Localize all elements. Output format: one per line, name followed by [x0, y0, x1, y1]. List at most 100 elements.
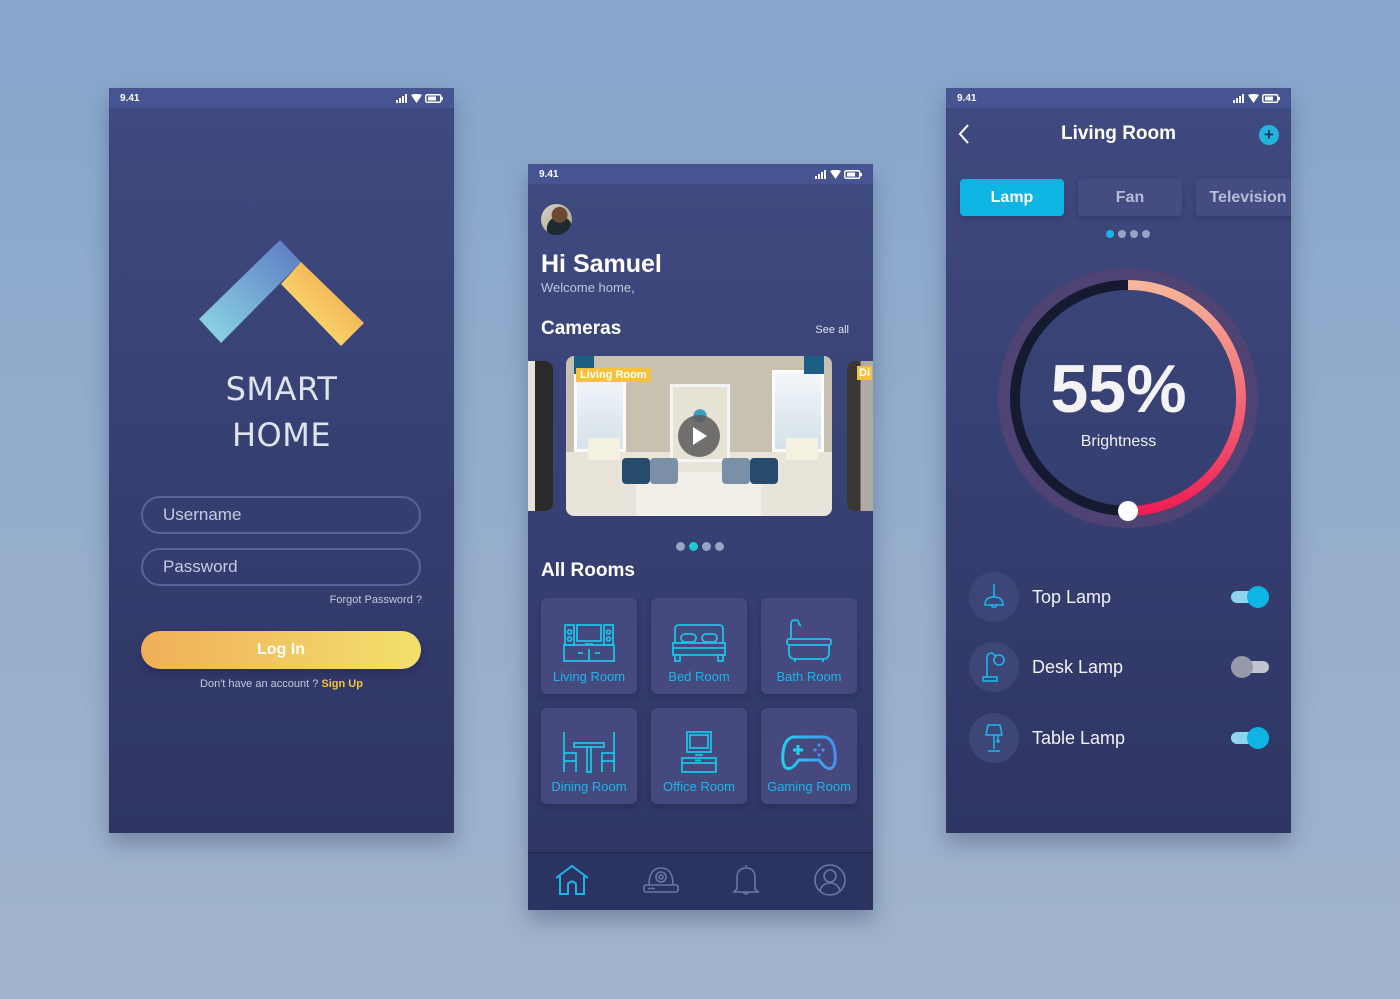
room-tile-living-room[interactable]: Living Room	[541, 598, 637, 694]
carousel-dot[interactable]	[702, 542, 711, 551]
room-grid: Living Room Bed Room Bath Room Dining Ro…	[541, 598, 857, 804]
signup-link[interactable]: Sign Up	[321, 678, 363, 690]
lamp-toggle[interactable]	[1231, 656, 1269, 678]
username-input[interactable]	[141, 496, 421, 534]
camera-feed-lamp	[588, 438, 620, 460]
brightness-value: 55%	[1050, 351, 1187, 427]
room-tile-bath-room[interactable]: Bath Room	[761, 598, 857, 694]
camera-feed-pillow	[622, 458, 650, 484]
room-label: Office Room	[662, 779, 735, 794]
brand-line-1: SMART	[225, 370, 338, 408]
lamp-row-top-lamp: Top Lamp	[969, 572, 1269, 622]
room-label: Bath Room	[776, 669, 842, 684]
login-screen: 9.41 SMART HOME Forgot Password ? Log In…	[109, 88, 454, 833]
camera-card-previous[interactable]	[528, 361, 553, 511]
camera-label: Di	[857, 366, 872, 380]
forgot-password-link[interactable]: Forgot Password ?	[330, 594, 422, 606]
cameras-section-title: Cameras	[541, 318, 622, 339]
greeting-title: Hi Samuel	[541, 250, 662, 278]
app-brand: SMART HOME	[109, 366, 454, 458]
tab-television[interactable]: Television	[1196, 179, 1291, 216]
tab-dot-active[interactable]	[1106, 230, 1114, 238]
carousel-dot[interactable]	[676, 542, 685, 551]
gauge-handle[interactable]	[1118, 501, 1138, 521]
home-screen: 9.41 Hi Samuel Welcome home, Cameras See…	[528, 164, 873, 910]
tab-fan[interactable]: Fan	[1078, 179, 1182, 216]
lamp-toggle[interactable]	[1231, 586, 1269, 608]
lamp-icon-wrap	[969, 713, 1019, 763]
room-label: Bed Room	[668, 669, 730, 684]
battery-icon	[425, 93, 443, 103]
toggle-knob	[1247, 727, 1269, 749]
welcome-subtitle: Welcome home,	[541, 280, 635, 295]
nav-home[interactable]	[555, 864, 589, 900]
bed-icon	[672, 624, 726, 662]
room-tile-bed-room[interactable]: Bed Room	[651, 598, 747, 694]
nav-profile[interactable]	[814, 863, 846, 901]
room-tile-office-room[interactable]: Office Room	[651, 708, 747, 804]
login-button[interactable]: Log In	[141, 631, 421, 669]
room-label: Dining Room	[551, 779, 627, 794]
camera-feed-curtain	[804, 356, 824, 374]
smart-home-logo	[199, 240, 364, 346]
password-input[interactable]	[141, 548, 421, 586]
camera-card-next[interactable]: Di	[847, 361, 873, 511]
status-time: 9.41	[539, 168, 559, 180]
camera-label: Living Room	[576, 368, 651, 382]
room-label: Living Room	[552, 669, 626, 684]
status-bar: 9.41	[528, 164, 873, 184]
lamp-name: Desk Lamp	[1032, 656, 1124, 677]
status-time: 9.41	[120, 92, 140, 104]
add-device-button[interactable]: +	[1259, 125, 1279, 145]
toggle-knob	[1231, 656, 1253, 678]
see-all-cameras-link[interactable]: See all	[815, 324, 849, 336]
lamp-name: Top Lamp	[1032, 586, 1112, 607]
bell-icon	[732, 864, 761, 895]
bathtub-icon	[786, 619, 832, 662]
play-icon	[693, 427, 707, 445]
tab-dot[interactable]	[1118, 230, 1126, 238]
carousel-dot[interactable]	[715, 542, 724, 551]
computer-icon	[681, 731, 717, 773]
gamepad-icon	[781, 735, 837, 771]
tab-dot[interactable]	[1130, 230, 1138, 238]
room-tile-gaming-room[interactable]: Gaming Room	[761, 708, 857, 804]
page-title: Living Room	[1060, 123, 1177, 144]
all-rooms-title: All Rooms	[541, 560, 635, 581]
signal-icon	[396, 93, 407, 103]
carousel-dot-active[interactable]	[689, 542, 698, 551]
user-icon	[814, 863, 846, 896]
status-bar: 9.41	[946, 88, 1291, 108]
camera-carousel-dots	[676, 542, 724, 551]
device-tab-dots	[1106, 230, 1150, 238]
camera-feed-lamp	[786, 438, 818, 460]
nav-notifications[interactable]	[732, 864, 761, 901]
tab-lamp[interactable]: Lamp	[960, 179, 1064, 216]
brightness-label: Brightness	[1080, 433, 1157, 450]
room-tile-dining-room[interactable]: Dining Room	[541, 708, 637, 804]
living-room-screen: 9.41 Living Room + Lamp Fan Television 5…	[946, 88, 1291, 833]
tv-unit-icon	[563, 624, 615, 662]
signal-icon	[1233, 93, 1244, 103]
status-bar: 9.41	[109, 88, 454, 108]
lamp-row-table-lamp: Table Lamp	[969, 713, 1269, 763]
lamp-name: Table Lamp	[1032, 727, 1126, 748]
brand-line-2: HOME	[231, 416, 332, 454]
home-icon	[555, 864, 589, 895]
lamp-icon-wrap	[969, 572, 1019, 622]
tab-dot[interactable]	[1142, 230, 1150, 238]
play-button[interactable]	[678, 415, 720, 457]
signup-prompt: Don't have an account ? Sign Up	[109, 678, 454, 690]
battery-icon	[1262, 93, 1280, 103]
room-label: Gaming Room	[767, 779, 851, 794]
nav-camera[interactable]	[642, 866, 679, 899]
wifi-icon	[830, 169, 841, 179]
camera-feed-pillow	[650, 458, 678, 484]
lamp-icon-wrap	[969, 642, 1019, 692]
camera-card-living-room[interactable]: Living Room	[566, 356, 832, 516]
user-avatar[interactable]	[541, 204, 572, 235]
device-tabs: Lamp Fan Television	[960, 179, 1291, 216]
security-camera-icon	[642, 866, 679, 893]
status-time: 9.41	[957, 92, 977, 104]
lamp-toggle[interactable]	[1231, 727, 1269, 749]
